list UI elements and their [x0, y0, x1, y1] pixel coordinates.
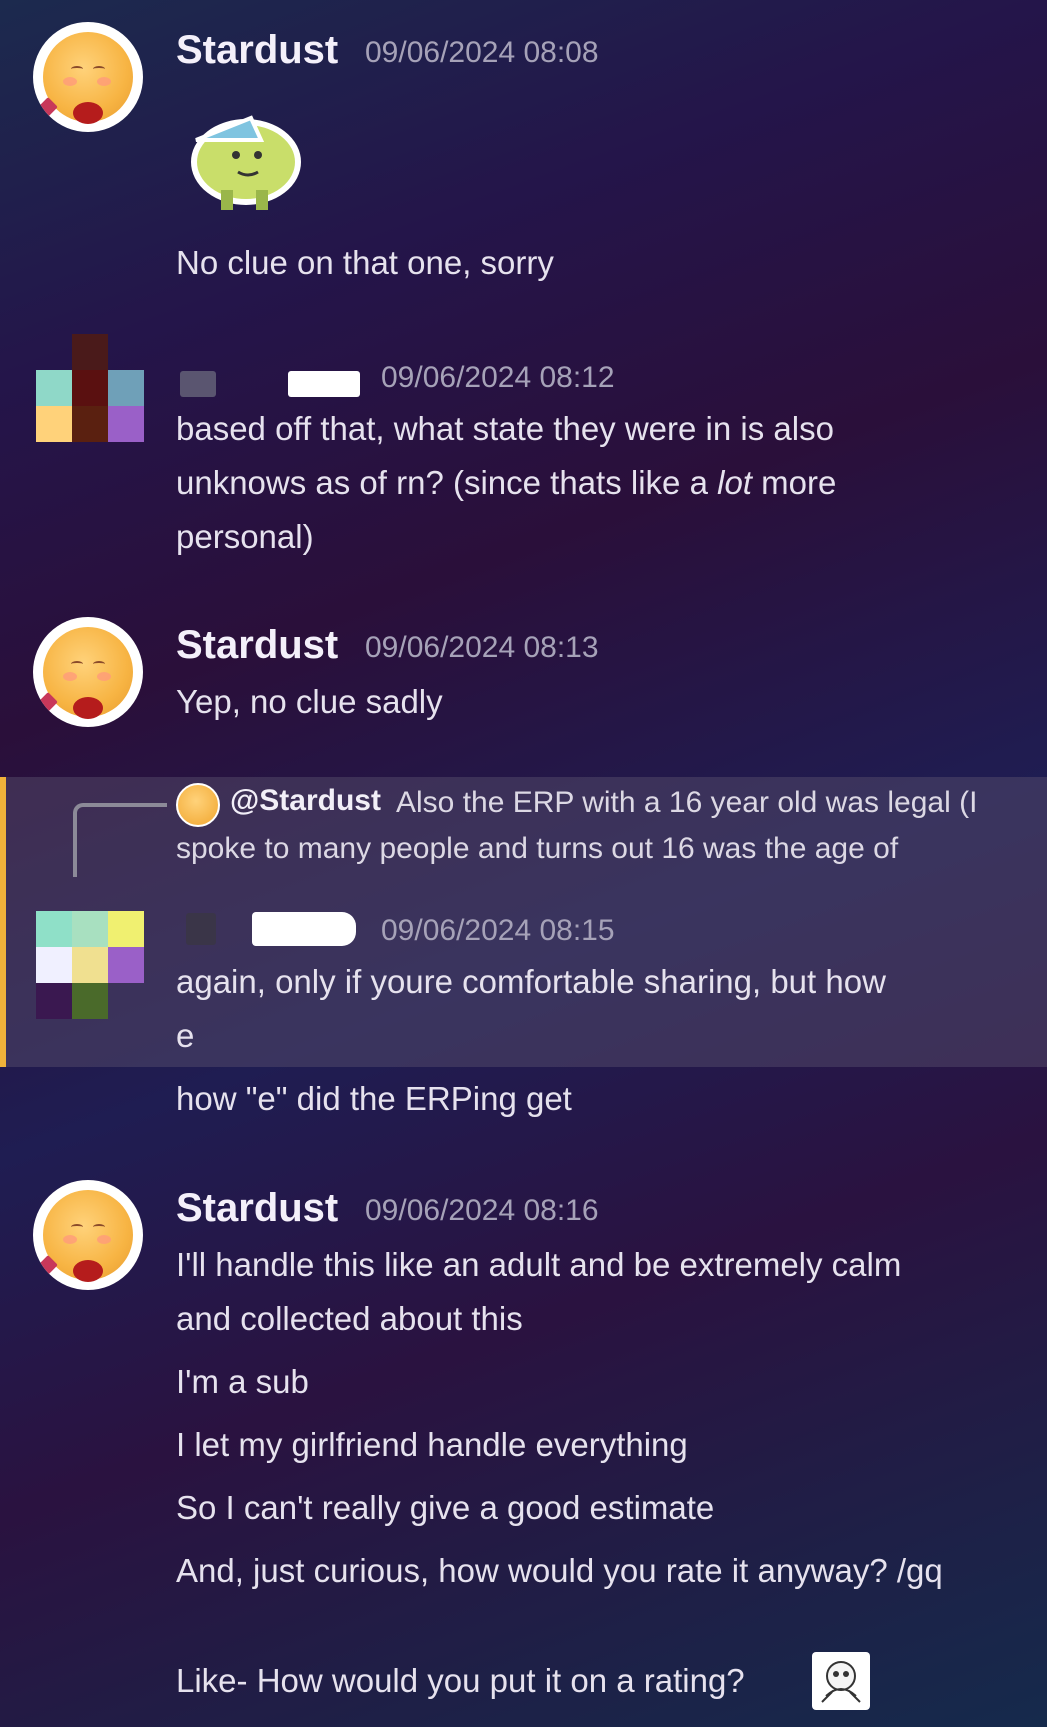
author-name[interactable]: Stardust	[176, 623, 338, 668]
message-text: Yep, no clue sadly	[176, 683, 443, 720]
timestamp: 09/06/2024 08:08	[365, 36, 599, 69]
message-text: Like- How would you put it on a rating?	[176, 1662, 745, 1699]
message-text: I'm a sub	[176, 1363, 309, 1400]
message-text: e	[176, 1017, 195, 1054]
message-text: and collected about this	[176, 1300, 523, 1337]
message-text: No clue on that one, sorry	[176, 244, 554, 281]
message-text: I'll handle this like an adult and be ex…	[176, 1246, 902, 1283]
redacted-username	[180, 371, 216, 397]
avatar[interactable]	[36, 911, 144, 1019]
message-text: So I can't really give a good estimate	[176, 1489, 715, 1526]
message-text: personal)	[176, 518, 314, 555]
reply-author[interactable]: @Stardust	[230, 784, 381, 818]
reply-connector	[73, 803, 167, 877]
reply-preview[interactable]: spoke to many people and turns out 16 wa…	[176, 832, 898, 866]
message-text: I let my girlfriend handle everything	[176, 1426, 688, 1463]
avatar[interactable]	[33, 22, 143, 132]
timestamp: 09/06/2024 08:15	[381, 914, 615, 947]
message-text: again, only if youre comfortable sharing…	[176, 963, 886, 1000]
message-text: And, just curious, how would you rate it…	[176, 1552, 943, 1589]
redacted-username	[252, 912, 356, 946]
timestamp: 09/06/2024 08:16	[365, 1194, 599, 1227]
message-text: based off that, what state they were in …	[176, 410, 834, 447]
message-text: how "e" did the ERPing get	[176, 1080, 572, 1117]
reply-avatar[interactable]	[176, 783, 220, 827]
author-name[interactable]: Stardust	[176, 1186, 338, 1231]
author-name[interactable]: Stardust	[176, 28, 338, 73]
redacted-username	[288, 371, 360, 397]
sticker-image[interactable]	[176, 100, 311, 212]
emoji-icon[interactable]	[812, 1652, 870, 1710]
avatar[interactable]	[36, 334, 144, 442]
timestamp: 09/06/2024 08:13	[365, 631, 599, 664]
message-text: unknows as of rn? (since thats like a lo…	[176, 464, 837, 501]
timestamp: 09/06/2024 08:12	[381, 361, 615, 394]
redacted-username	[186, 913, 216, 945]
reply-preview[interactable]: Also the ERP with a 16 year old was lega…	[396, 786, 977, 820]
avatar[interactable]	[33, 617, 143, 727]
avatar[interactable]	[33, 1180, 143, 1290]
